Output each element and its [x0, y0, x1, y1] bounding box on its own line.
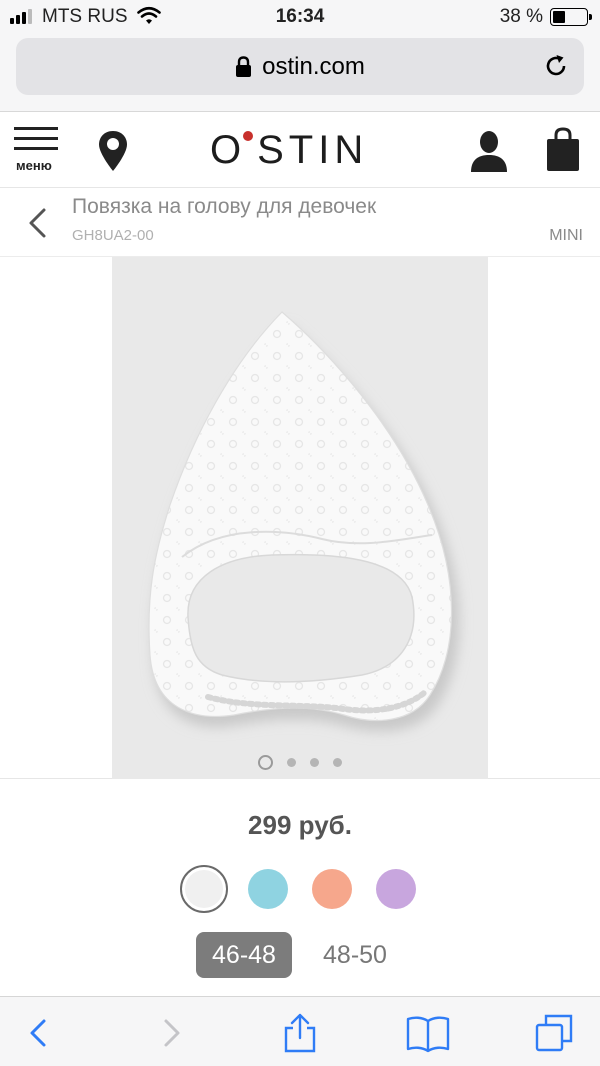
- color-swatch-light-blue[interactable]: [248, 869, 288, 909]
- location-pin-icon[interactable]: [97, 129, 129, 173]
- logo-text-left: O: [210, 127, 247, 172]
- battery-percent: 38 %: [499, 6, 543, 27]
- gallery-dot[interactable]: [287, 757, 296, 767]
- reload-icon[interactable]: [542, 52, 570, 80]
- lock-icon: [236, 55, 252, 77]
- address-bar[interactable]: ostin.com: [16, 38, 584, 95]
- gallery-dot[interactable]: [310, 757, 319, 767]
- gallery-pagination[interactable]: [0, 754, 600, 770]
- forward-icon[interactable]: [150, 1013, 190, 1053]
- gallery-dot[interactable]: [258, 754, 273, 770]
- product-image[interactable]: [112, 257, 488, 779]
- url-text: ostin.com: [262, 52, 365, 80]
- logo[interactable]: O STIN: [210, 125, 390, 175]
- tabs-icon[interactable]: [534, 1013, 574, 1053]
- browser-address-area: ostin.com: [0, 34, 600, 112]
- product-title-row: Повязка на голову для девочек GH8UA2-00 …: [0, 189, 600, 257]
- product-gallery[interactable]: [0, 257, 600, 779]
- site-header: меню O STIN: [0, 113, 600, 188]
- browser-toolbar: [0, 996, 600, 1066]
- size-selector: 46-48 48-50: [196, 932, 416, 978]
- share-icon[interactable]: [280, 1013, 320, 1053]
- back-icon[interactable]: [20, 1013, 60, 1053]
- product-price: 299 руб.: [248, 810, 352, 840]
- menu-button[interactable]: меню: [14, 127, 62, 177]
- category-mini-link[interactable]: MINI: [549, 227, 583, 245]
- menu-label: меню: [16, 158, 52, 173]
- size-option-48-50[interactable]: 48-50: [308, 932, 402, 978]
- battery-icon: [550, 8, 592, 26]
- size-option-46-48[interactable]: 46-48: [196, 932, 292, 978]
- logo-text-right: STIN: [257, 127, 369, 172]
- product-sku: GH8UA2-00: [72, 227, 154, 244]
- bookmarks-icon[interactable]: [406, 1013, 450, 1053]
- color-swatch-peach[interactable]: [312, 869, 352, 909]
- color-swatch-white[interactable]: [180, 865, 228, 913]
- gallery-dot[interactable]: [333, 757, 342, 767]
- color-swatches: [180, 865, 420, 913]
- color-swatch-lilac[interactable]: [376, 869, 416, 909]
- user-icon[interactable]: [470, 129, 508, 173]
- menu-icon: [14, 127, 62, 150]
- logo-dot: [243, 131, 254, 141]
- back-chevron-icon[interactable]: [26, 207, 48, 239]
- product-name: Повязка на голову для девочек: [72, 195, 377, 218]
- shopping-bag-icon[interactable]: [545, 127, 581, 173]
- status-bar: MTS RUS 16:34 38 %: [0, 0, 600, 34]
